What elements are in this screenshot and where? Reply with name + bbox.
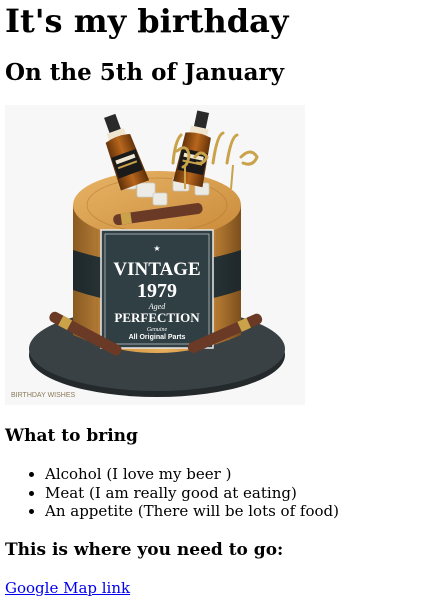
- svg-text:★: ★: [153, 244, 160, 253]
- image-watermark: BIRTHDAY WISHES: [11, 392, 76, 399]
- location-heading: This is where you need to go:: [5, 540, 284, 560]
- google-map-link[interactable]: Google Map link: [5, 578, 130, 598]
- page-title: It's my birthday: [5, 2, 289, 40]
- cake-text-perfection: PERFECTION: [114, 310, 200, 325]
- list-item: Alcohol (I love my beer ): [45, 465, 339, 484]
- page-subtitle: On the 5th of January: [5, 59, 284, 86]
- cake-text-vintage: VINTAGE: [113, 259, 200, 280]
- cake-text-year: 1979: [137, 280, 177, 302]
- list-item: An appetite (There will be lots of food): [45, 502, 339, 521]
- cake-text-parts: All Original Parts: [129, 334, 186, 341]
- bring-list: Alcohol (I love my beer ) Meat (I am rea…: [5, 465, 339, 521]
- cake-text-genuine: Genuine: [147, 327, 168, 333]
- birthday-cake-image: ★ VINTAGE 1979 Aged PERFECTION Genuine A…: [5, 105, 305, 405]
- list-item: Meat (I am really good at eating): [45, 484, 339, 503]
- bring-heading: What to bring: [5, 426, 138, 446]
